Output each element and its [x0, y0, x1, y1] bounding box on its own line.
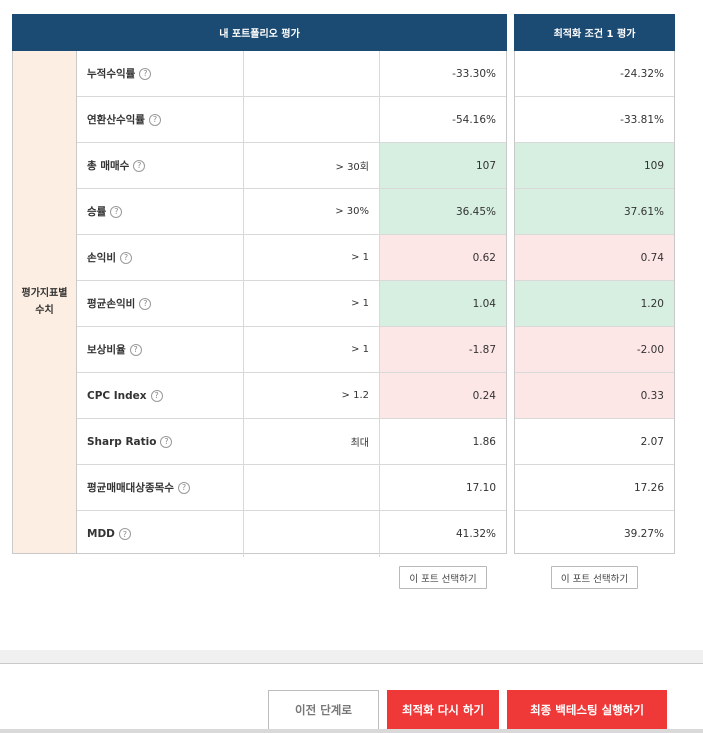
metric-label: 연환산수익률 — [87, 114, 145, 126]
optimized-table: -24.32% -33.81% 109 37.61% 0.74 1.20 -2.00 0.33… — [514, 51, 675, 554]
previous-step-button[interactable]: 이전 단계로 — [268, 690, 379, 730]
help-icon[interactable]: ? — [177, 481, 190, 494]
help-icon[interactable]: ? — [129, 343, 142, 356]
metric-criteria: > 1 — [244, 281, 380, 326]
metric-row: CPC Index? > 1.2 0.24 — [77, 373, 506, 419]
metric-name: Sharp Ratio? — [77, 419, 244, 464]
metric-criteria: 최대 — [244, 419, 380, 464]
optimized-metric-value: 2.07 — [515, 419, 674, 465]
optimized-metric-value: 109 — [515, 143, 674, 189]
metric-criteria — [244, 97, 380, 142]
optimized-metric-value: -33.81% — [515, 97, 674, 143]
metric-row: 연환산수익률? -54.16% — [77, 97, 506, 143]
metric-criteria: > 1.2 — [244, 373, 380, 418]
metric-criteria: > 1 — [244, 327, 380, 372]
my-portfolio-header: 내 포트폴리오 평가 — [12, 14, 507, 51]
metric-name: 평균손익비? — [77, 281, 244, 326]
metric-value: -1.87 — [380, 327, 506, 372]
bottom-border — [0, 729, 703, 733]
metric-label: CPC Index — [87, 389, 147, 402]
metric-name: 총 매매수? — [77, 143, 244, 188]
metric-row: 평균매매대상종목수? 17.10 — [77, 465, 506, 511]
optimized-metric-value: 39.27% — [623, 528, 664, 540]
final-backtest-button[interactable]: 최종 백테스팅 실행하기 — [507, 690, 667, 730]
metric-value: 1.04 — [380, 281, 506, 326]
metric-label: 총 매매수 — [87, 160, 130, 172]
metric-value: 0.24 — [380, 373, 506, 418]
metric-row: 승률? > 30% 36.45% — [77, 189, 506, 235]
help-icon[interactable]: ? — [110, 205, 123, 218]
metric-label: 보상비율 — [87, 344, 126, 356]
optimized-metric-value: -2.00 — [515, 327, 674, 373]
metric-value: 36.45% — [380, 189, 506, 234]
metric-criteria: > 30회 — [244, 143, 380, 188]
footer-separator — [0, 650, 703, 664]
metric-row: 평균손익비? > 1 1.04 — [77, 281, 506, 327]
help-icon[interactable]: ? — [139, 297, 152, 310]
metric-value: 0.62 — [380, 235, 506, 280]
metric-name: 누적수익률? — [77, 51, 244, 96]
metric-label: 누적수익률 — [87, 68, 136, 80]
metric-value: 1.86 — [472, 435, 496, 448]
metric-label: 평균손익비 — [87, 298, 136, 310]
metric-value: 17.10 — [465, 481, 496, 494]
metric-row: Sharp Ratio? 최대 1.86 — [77, 419, 506, 465]
metric-name: CPC Index? — [77, 373, 244, 418]
metric-name: 승률? — [77, 189, 244, 234]
metric-value: -54.16% — [452, 113, 496, 126]
help-icon[interactable]: ? — [139, 67, 152, 80]
optimized-metric-value: -24.32% — [515, 51, 674, 97]
optimized-metric-value: 0.33 — [515, 373, 674, 419]
metric-value: 41.32% — [455, 528, 496, 540]
metric-name: 평균매매대상종목수? — [77, 465, 244, 510]
metric-value: -33.30% — [452, 67, 496, 80]
help-icon[interactable]: ? — [148, 113, 161, 126]
metric-name: 연환산수익률? — [77, 97, 244, 142]
help-icon[interactable]: ? — [133, 159, 146, 172]
metric-row: 총 매매수? > 30회 107 — [77, 143, 506, 189]
metric-label: 평균매매대상종목수 — [87, 482, 174, 494]
metric-name: MDD? — [77, 511, 244, 557]
optimized-metric-value: 0.74 — [515, 235, 674, 281]
metric-criteria: > 30% — [244, 189, 380, 234]
metric-row: 누적수익률? -33.30% — [77, 51, 506, 97]
metric-criteria — [244, 511, 380, 557]
help-icon[interactable]: ? — [118, 528, 131, 540]
metric-value: 107 — [380, 143, 506, 188]
optimized-header: 최적화 조건 1 평가 — [514, 14, 675, 51]
metric-label: 손익비 — [87, 252, 116, 264]
select-optimized-portfolio-button[interactable]: 이 포트 선택하기 — [551, 566, 638, 589]
metric-name: 보상비율? — [77, 327, 244, 372]
help-icon[interactable]: ? — [160, 435, 173, 448]
optimized-metric-value: 17.26 — [515, 465, 674, 511]
side-label: 평가지표별 수치 — [13, 51, 77, 553]
metric-name: 손익비? — [77, 235, 244, 280]
metric-label: MDD — [87, 528, 115, 540]
optimized-metric-value: 1.20 — [515, 281, 674, 327]
metric-label: Sharp Ratio — [87, 435, 157, 448]
help-icon[interactable]: ? — [150, 389, 163, 402]
my-portfolio-table: 평가지표별 수치 누적수익률? -33.30% 연환산수익률? -54.16% 총 매매… — [12, 51, 507, 557]
help-icon[interactable]: ? — [119, 251, 132, 264]
metric-criteria — [244, 465, 380, 510]
select-my-portfolio-button[interactable]: 이 포트 선택하기 — [399, 566, 487, 589]
metric-row: MDD? 41.32% — [77, 511, 506, 557]
optimized-metric-value: 37.61% — [515, 189, 674, 235]
metric-criteria: > 1 — [244, 235, 380, 280]
metric-row: 보상비율? > 1 -1.87 — [77, 327, 506, 373]
metric-criteria — [244, 51, 380, 96]
metric-row: 손익비? > 1 0.62 — [77, 235, 506, 281]
metric-label: 승률 — [87, 206, 107, 218]
reoptimize-button[interactable]: 최적화 다시 하기 — [387, 690, 499, 730]
